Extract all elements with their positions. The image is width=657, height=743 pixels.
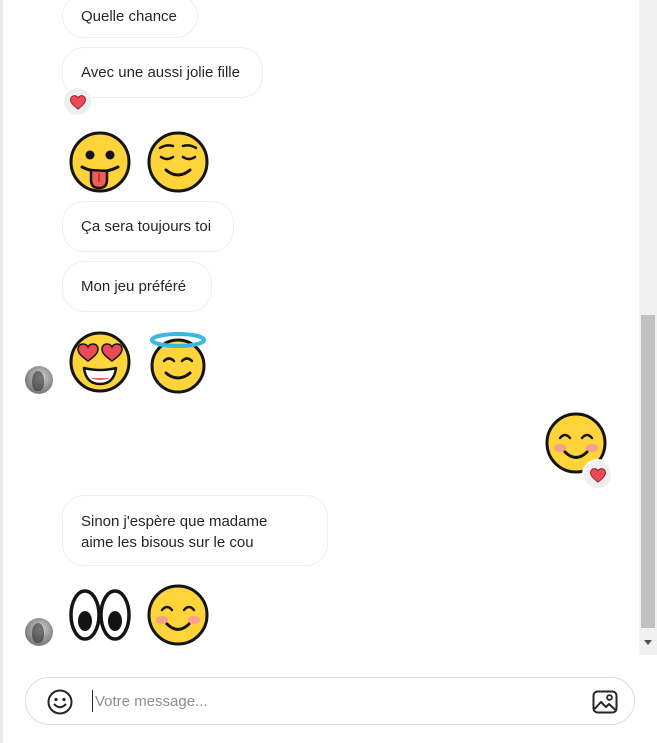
message-input[interactable] <box>92 690 565 712</box>
scroll-down-arrow-icon[interactable] <box>644 640 652 645</box>
avatar[interactable] <box>25 618 53 646</box>
message-thread[interactable]: Quelle chance Avec une aussi jolie fille… <box>3 0 639 655</box>
scrollbar-thumb[interactable] <box>641 315 655 628</box>
message-bubble[interactable]: Quelle chance <box>62 0 198 38</box>
heart-reaction[interactable] <box>582 459 613 490</box>
heart-eyes-emoji[interactable] <box>68 330 132 394</box>
emoji-picker-icon[interactable] <box>47 689 73 715</box>
message-text: Mon jeu préféré <box>81 278 187 295</box>
image-upload-icon[interactable] <box>591 688 619 716</box>
eyes-emoji[interactable] <box>68 583 132 647</box>
heart-icon <box>589 466 607 484</box>
message-bubble[interactable]: Avec une aussi jolie fille <box>62 47 263 98</box>
halo-emoji[interactable] <box>146 330 210 394</box>
message-text: Avec une aussi jolie fille <box>81 64 240 81</box>
message-text: Ça sera toujours toi <box>81 218 212 235</box>
relieved-emoji[interactable] <box>146 130 210 194</box>
heart-reaction[interactable] <box>62 86 93 117</box>
message-text: Quelle chance <box>81 7 177 25</box>
message-bubble[interactable]: Ça sera toujours toi <box>62 201 234 252</box>
avatar[interactable] <box>25 366 53 394</box>
message-bubble[interactable]: Mon jeu préféré <box>62 261 212 312</box>
heart-icon <box>69 93 87 111</box>
blushing-emoji[interactable] <box>146 583 210 647</box>
message-composer <box>25 677 635 725</box>
message-text: Sinon j'espère que madame aime les bisou… <box>81 513 268 551</box>
tongue-out-emoji[interactable] <box>68 130 132 194</box>
vertical-scrollbar[interactable] <box>639 0 657 655</box>
message-bubble[interactable]: Sinon j'espère que madame aime les bisou… <box>62 495 328 566</box>
